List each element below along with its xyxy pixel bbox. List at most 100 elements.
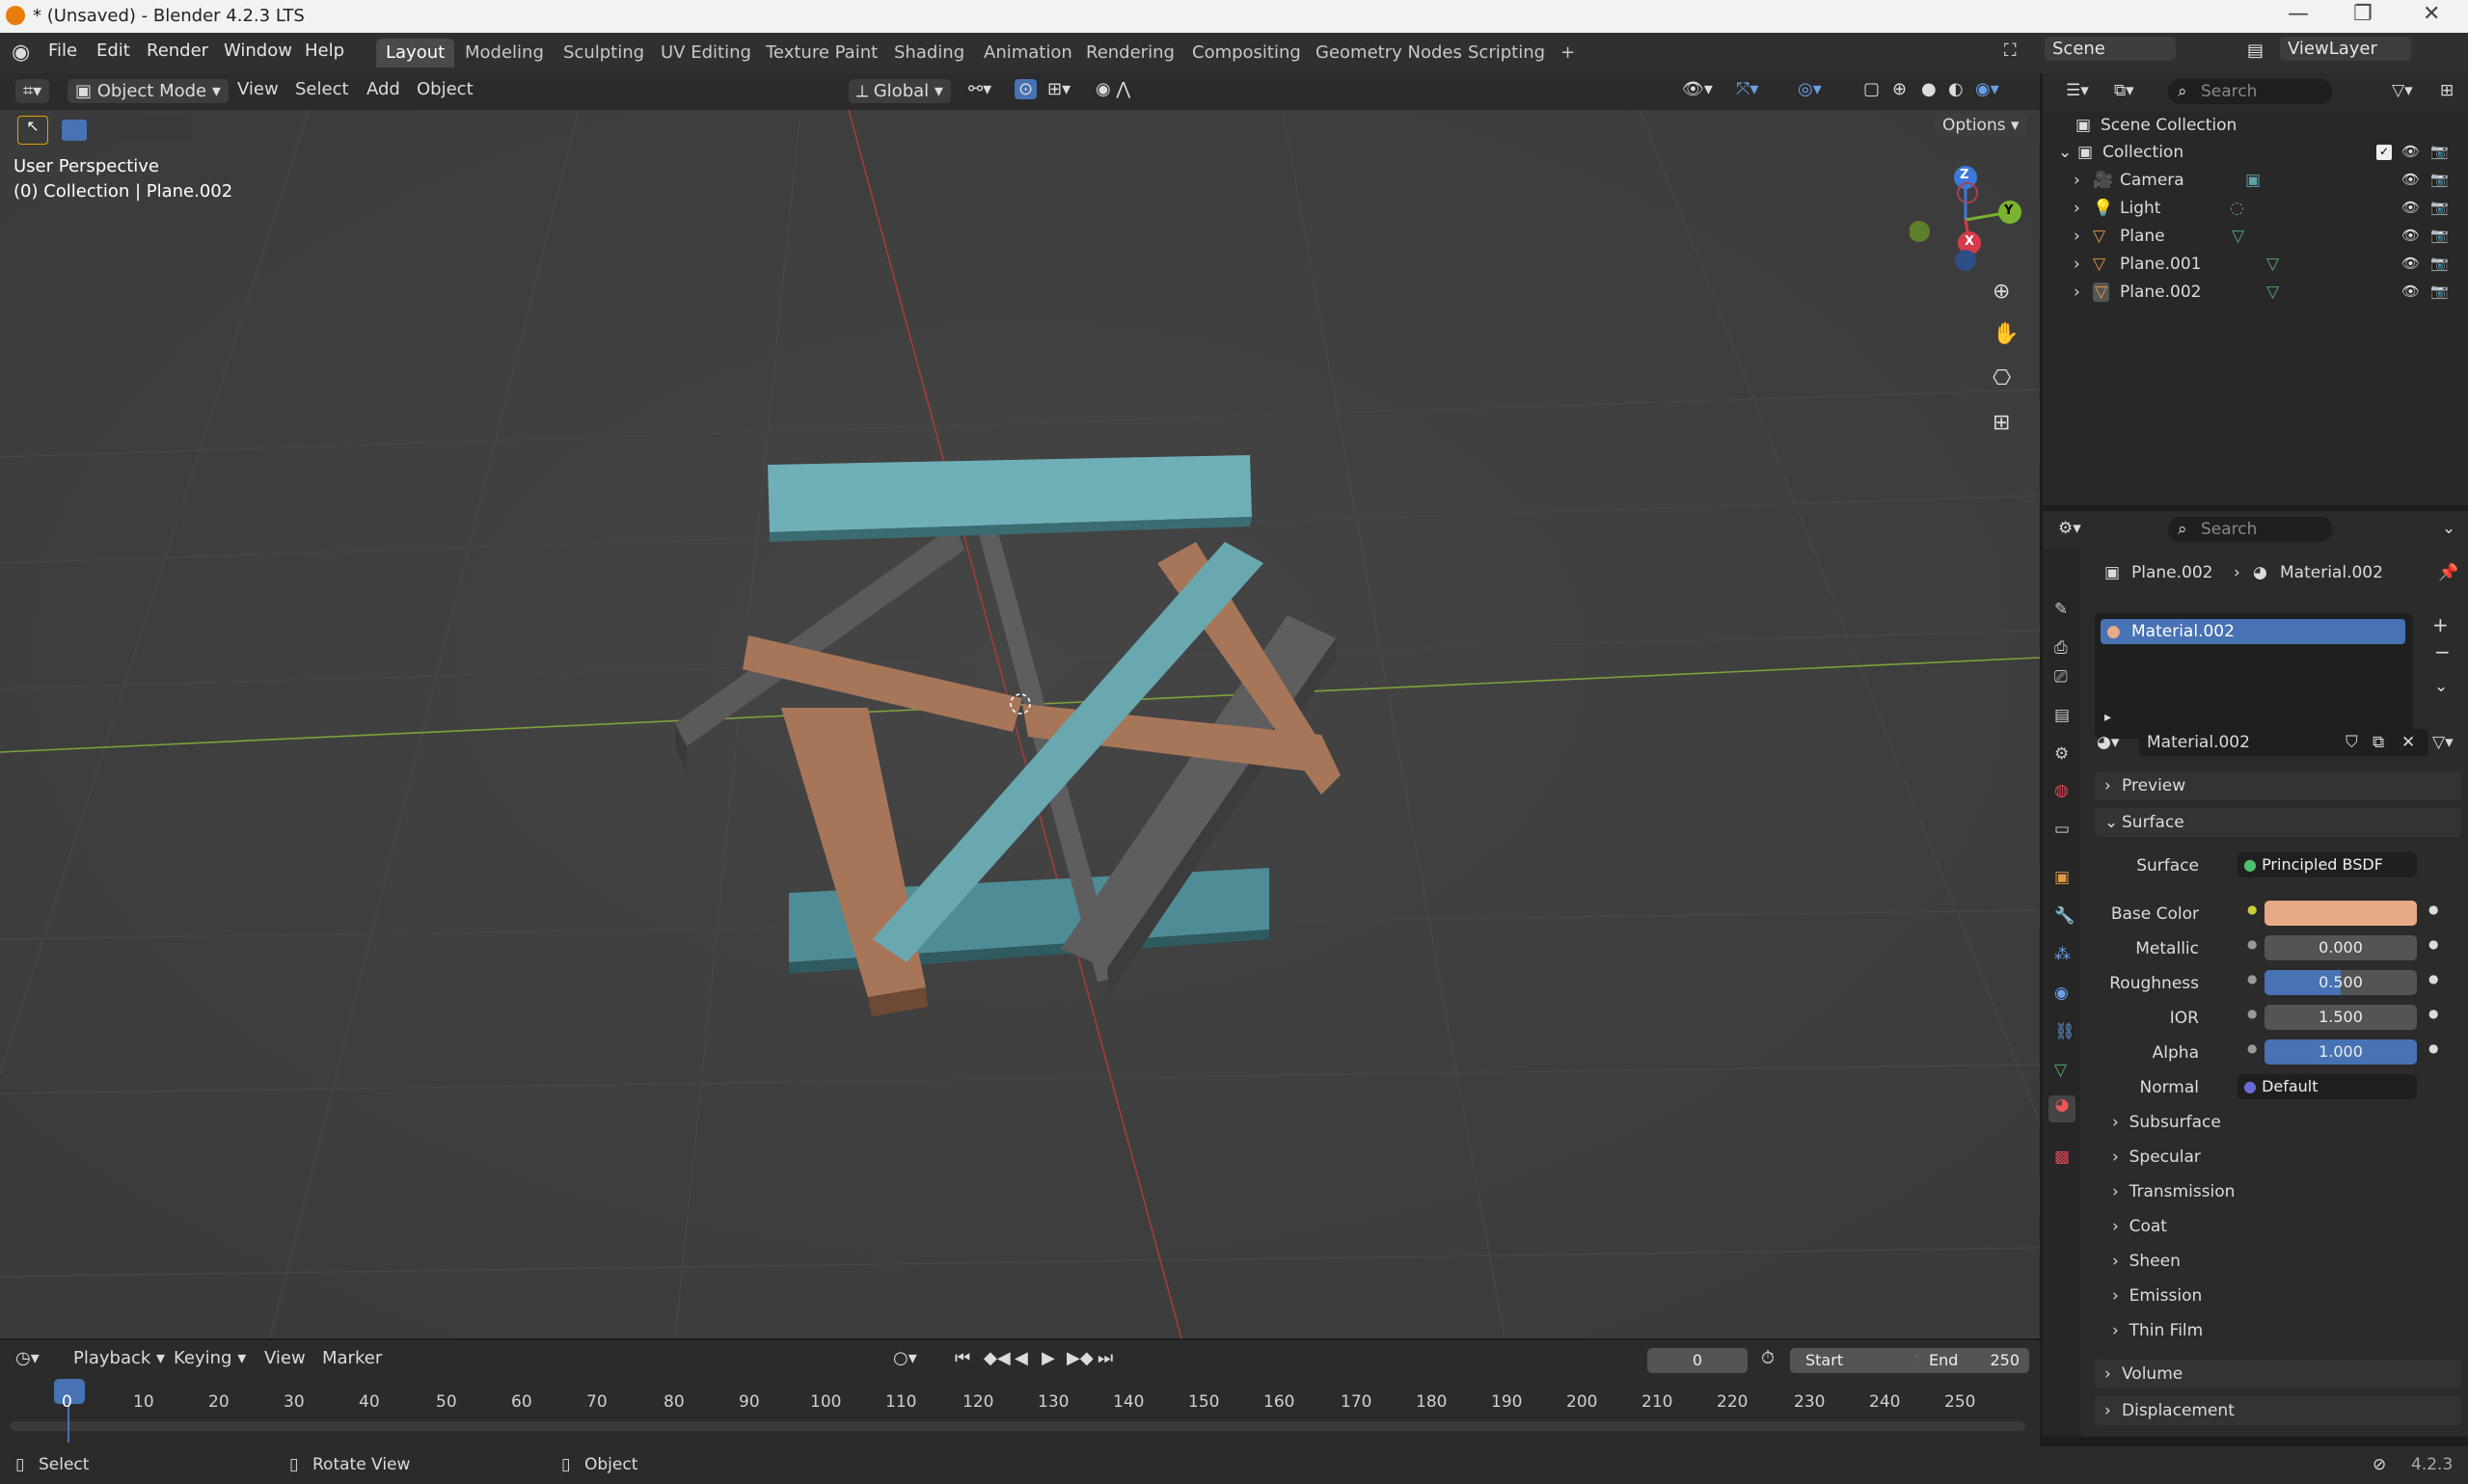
material-slot-item[interactable]: ● Material.002 [2101,619,2405,644]
viewport-menu-object[interactable]: Object [417,79,474,99]
subpanel-sheen[interactable]: › Sheen [2112,1252,2181,1271]
outliner-search-input[interactable]: ⌕ Search [2168,79,2332,104]
keyframe-dot-icon[interactable]: ● [2428,1007,2438,1020]
tab-layout[interactable]: Layout [376,39,455,67]
end-frame-field[interactable]: End 250 [1917,1348,2029,1373]
view-layer-selector[interactable]: ViewLayer [2280,37,2411,61]
link-type-icon[interactable]: ▽▾ [2432,733,2454,752]
restore-icon[interactable]: ❐ [2353,2,2373,26]
tab-scripting[interactable]: Scripting [1458,39,1555,67]
volume-panel-header[interactable]: › Volume [2095,1360,2461,1389]
tab-animation[interactable]: Animation [974,39,1082,67]
subpanel-subsurface[interactable]: › Subsurface [2112,1113,2221,1132]
render-camera-icon[interactable]: 📷 [2430,283,2449,300]
expand-icon[interactable]: › [2074,283,2080,302]
expand-collection-icon[interactable]: ⌄ [2058,143,2072,162]
network-off-icon[interactable]: ⊘ [2373,1455,2386,1474]
render-camera-icon[interactable]: 📷 [2430,199,2449,216]
next-keyframe-icon[interactable]: ▶◆ [1067,1348,1094,1368]
normal-field[interactable]: ● Default [2237,1074,2417,1099]
material-browse-icon[interactable]: ◕▾ [2097,733,2119,752]
menu-edit[interactable]: Edit [96,40,130,61]
collection-checkbox[interactable]: ✓ [2376,145,2392,160]
editor-type-icon[interactable]: ⌗▾ [15,79,50,103]
ortho-toggle-icon[interactable]: ⊞ [1993,411,2010,435]
render-camera-icon[interactable]: 📷 [2430,227,2449,244]
timeline-scrollbar[interactable] [10,1421,2025,1431]
xray-icon[interactable]: ▢ [1863,79,1880,99]
menu-render[interactable]: Render [147,40,208,61]
transform-orientation[interactable]: ⟂ Global ▾ [849,79,951,103]
properties-editor-icon[interactable]: ⚙▾ [2058,519,2081,538]
play-reverse-icon[interactable]: ◀ [1015,1348,1028,1368]
data-tab-icon[interactable]: ▽ [2054,1061,2067,1080]
select-tool-icon[interactable]: ↖ [17,116,48,145]
visibility-eye-icon[interactable]: 👁 [2401,199,2420,216]
scene-selector[interactable]: Scene [2045,37,2176,61]
outliner-item-light[interactable]: › 💡 Light ◌ 👁 📷 [2043,195,2468,222]
properties-options-icon[interactable]: ⌄ [2442,519,2455,538]
viewport-menu-view[interactable]: View [237,79,279,99]
material-name-field[interactable]: Material.002 ⛉ ⧉ ✕ [2139,729,2428,756]
slot-specials-icon[interactable]: ⌄ [2434,677,2448,696]
keyframe-dot-icon[interactable]: ● [2428,903,2438,916]
visibility-icon[interactable]: 👁▾ [1682,79,1713,99]
outliner-editor-icon[interactable]: ☰▾ [2066,81,2089,100]
pivot-icon[interactable]: ⚯▾ [968,79,991,99]
tab-compositing[interactable]: Compositing [1182,39,1311,67]
tab-geometry-nodes[interactable]: Geometry Nodes [1306,39,1472,67]
base-color-field[interactable] [2265,901,2417,926]
zoom-icon[interactable]: ⊕ [1993,280,2010,304]
visibility-eye-icon[interactable]: 👁 [2401,255,2420,272]
viewport-menu-add[interactable]: Add [366,79,400,99]
keying-menu[interactable]: Keying ▾ [174,1348,246,1368]
menu-window[interactable]: Window [224,40,292,61]
expand-icon[interactable]: › [2074,171,2080,190]
remove-slot-icon[interactable]: − [2434,640,2451,663]
visibility-eye-icon[interactable]: 👁 [2401,143,2420,160]
navigation-gizmo[interactable]: Z Y X [1909,164,2025,280]
properties-search-input[interactable]: ⌕ Search [2168,517,2332,542]
scene-icon[interactable]: ⛶ [2004,40,2017,61]
marker-menu[interactable]: Marker [322,1348,382,1368]
overlay-toggle-icon[interactable]: ◎▾ [1798,79,1822,99]
output-tab-icon[interactable]: ⎚ [2054,667,2068,687]
tool-tab-icon[interactable]: ✎ [2054,600,2068,619]
gizmo-toggle-icon[interactable]: ⤧▾ [1736,79,1758,99]
outliner-scene-collection[interactable]: ▣ Scene Collection [2043,112,2468,139]
expand-icon[interactable]: › [2074,227,2080,246]
duplicate-material-icon[interactable]: ⧉ [2373,733,2384,752]
tab-modeling[interactable]: Modeling [455,39,554,67]
keyframe-dot-icon[interactable]: ● [2428,937,2438,951]
outliner-item-camera[interactable]: › 🎥 Camera ▣ 👁 📷 [2043,167,2468,194]
expand-icon[interactable]: ▸ [2104,710,2111,725]
jump-end-icon[interactable]: ⏭ [1098,1348,1113,1368]
visibility-eye-icon[interactable]: 👁 [2401,171,2420,188]
view-layer-icon[interactable]: ▤ [2247,40,2264,61]
subpanel-emission[interactable]: › Emission [2112,1286,2202,1306]
camera-view-icon[interactable]: ⎔ [1993,366,2011,391]
tab-shading[interactable]: Shading [884,39,974,67]
playback-menu[interactable]: Playback ▾ [73,1348,165,1368]
unlink-material-icon[interactable]: ✕ [2401,733,2415,752]
new-collection-icon[interactable]: ⊞ [2440,81,2454,100]
render-camera-icon[interactable]: 📷 [2430,255,2449,272]
preview-panel-header[interactable]: › Preview [2095,771,2461,800]
ior-field[interactable]: 1.500 [2265,1005,2417,1030]
preview-range-icon[interactable]: ⏱ [1761,1348,1775,1368]
material-tab-icon[interactable]: ◕ [2048,1095,2075,1122]
displacement-panel-header[interactable]: › Displacement [2095,1396,2461,1425]
pin-icon[interactable]: 📌 [2438,563,2458,582]
expand-icon[interactable]: › [2074,255,2080,274]
close-icon[interactable]: ✕ [2423,2,2440,26]
visibility-eye-icon[interactable]: 👁 [2401,283,2420,300]
snap-icon[interactable]: ⊙ [1015,79,1038,99]
wireframe-shading-icon[interactable]: ⊕ [1892,79,1907,99]
proportional-edit-icon[interactable]: ◉ ⋀ [1096,79,1130,99]
alpha-field[interactable]: 1.000 [2265,1039,2417,1065]
subpanel-coat[interactable]: › Coat [2112,1217,2167,1236]
tab-uv-editing[interactable]: UV Editing [651,39,761,67]
world-tab-icon[interactable]: ◍ [2054,781,2069,800]
fake-user-icon[interactable]: ⛉ [2346,733,2358,752]
start-frame-field[interactable]: Start 1 [1790,1348,1939,1373]
